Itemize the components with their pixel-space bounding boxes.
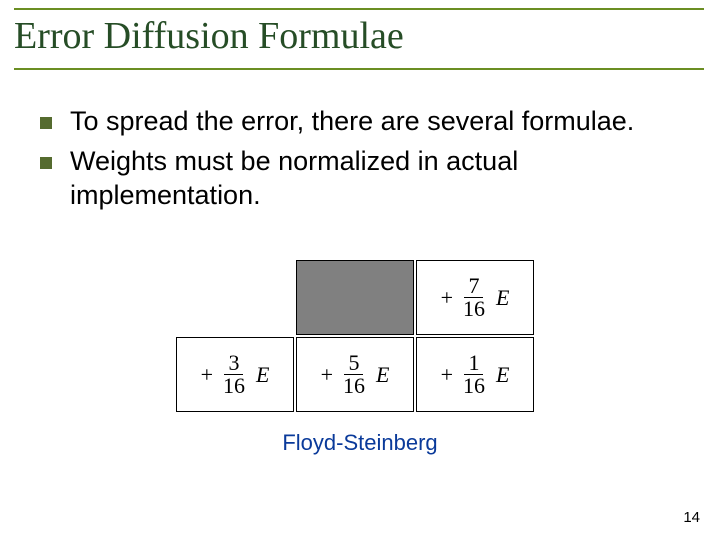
kernel-bottom-row: + 3 16 E + 5 16 E + 1 16 xyxy=(175,337,535,414)
kernel-top-row: + 7 16 E xyxy=(175,260,535,337)
kernel-cell: + 1 16 E xyxy=(416,337,534,412)
fraction-num: 5 xyxy=(344,352,363,375)
diagram-caption: Floyd-Steinberg xyxy=(0,430,720,456)
slide-title: Error Diffusion Formulae xyxy=(14,15,404,57)
title-underline: Error Diffusion Formulae xyxy=(14,14,704,70)
fraction-den: 16 xyxy=(339,375,369,397)
error-symbol: E xyxy=(376,362,389,388)
kernel-current-pixel xyxy=(296,260,414,335)
plus-sign: + xyxy=(441,285,453,311)
square-bullet-icon xyxy=(40,117,52,129)
kernel-cell: + 3 16 E xyxy=(176,337,294,412)
bullet-item: Weights must be normalized in actual imp… xyxy=(40,145,680,213)
plus-sign: + xyxy=(321,362,333,388)
fraction-den: 16 xyxy=(459,375,489,397)
fraction: 5 16 xyxy=(339,352,369,397)
kernel-diagram: + 7 16 E + 3 16 E + 5 16 xyxy=(175,260,535,414)
error-symbol: E xyxy=(496,285,509,311)
fraction: 7 16 xyxy=(459,275,489,320)
bullet-text: Weights must be normalized in actual imp… xyxy=(70,145,680,213)
fraction-den: 16 xyxy=(459,298,489,320)
kernel-cell: + 7 16 E xyxy=(416,260,534,335)
title-bar: Error Diffusion Formulae xyxy=(14,8,704,70)
error-symbol: E xyxy=(496,362,509,388)
fraction: 3 16 xyxy=(219,352,249,397)
fraction-num: 7 xyxy=(464,275,483,298)
page-number: 14 xyxy=(683,509,700,526)
bullet-text: To spread the error, there are several f… xyxy=(70,105,634,139)
fraction-num: 1 xyxy=(464,352,483,375)
error-symbol: E xyxy=(256,362,269,388)
fraction-den: 16 xyxy=(219,375,249,397)
square-bullet-icon xyxy=(40,157,52,169)
fraction: 1 16 xyxy=(459,352,489,397)
kernel-cell: + 5 16 E xyxy=(296,337,414,412)
body: To spread the error, there are several f… xyxy=(40,105,680,218)
bullet-item: To spread the error, there are several f… xyxy=(40,105,680,139)
plus-sign: + xyxy=(201,362,213,388)
plus-sign: + xyxy=(441,362,453,388)
slide: Error Diffusion Formulae To spread the e… xyxy=(0,0,720,540)
fraction-num: 3 xyxy=(224,352,243,375)
